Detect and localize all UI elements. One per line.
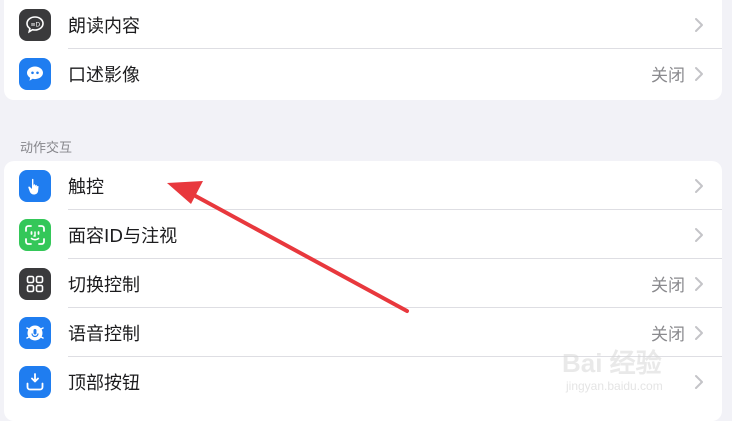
list-item-face-id-attention[interactable]: 面容ID与注视 [4,210,722,259]
accessibility-vision-group: ≡D 朗读内容 口述影像 关闭 [4,0,722,100]
watermark-logo: Bai 经验 [562,348,662,378]
hand-touch-icon [19,169,51,202]
list-item-label: 口述影像 [68,64,140,86]
chat-bubble-icon [19,57,51,90]
chevron-right-icon [695,66,703,81]
svg-text:≡D: ≡D [31,21,41,28]
list-item-switch-control[interactable]: 切换控制 关闭 [4,259,722,308]
list-item-touch[interactable]: 触控 [4,161,722,210]
list-item-label: 语音控制 [68,323,140,345]
list-item-label: 朗读内容 [68,15,140,37]
face-id-icon [19,218,51,251]
top-button-icon [19,365,51,398]
chevron-right-icon [695,276,703,291]
list-item-label: 顶部按钮 [68,372,140,394]
voice-control-icon [19,316,51,349]
status-value: 关闭 [651,66,685,86]
list-item-audio-descriptions[interactable]: 口述影像 关闭 [4,49,722,98]
status-value: 关闭 [651,276,685,296]
list-item-label: 面容ID与注视 [68,225,178,247]
list-item-label: 切换控制 [68,274,140,296]
chevron-right-icon [695,374,703,389]
watermark-url: jingyan.baidu.com [566,379,663,393]
section-header: 动作交互 [20,141,73,156]
list-item-spoken-content[interactable]: ≡D 朗读内容 [4,0,722,49]
chevron-right-icon [695,227,703,242]
grid-squares-icon [19,267,51,300]
chevron-right-icon [695,325,703,340]
speech-bubble-icon: ≡D [19,8,51,41]
baidu-watermark: Bai 经验 jingyan.baidu.com [562,343,692,399]
list-item-label: 触控 [68,176,104,198]
chevron-right-icon [695,17,703,32]
status-value: 关闭 [651,325,685,345]
chevron-right-icon [695,178,703,193]
